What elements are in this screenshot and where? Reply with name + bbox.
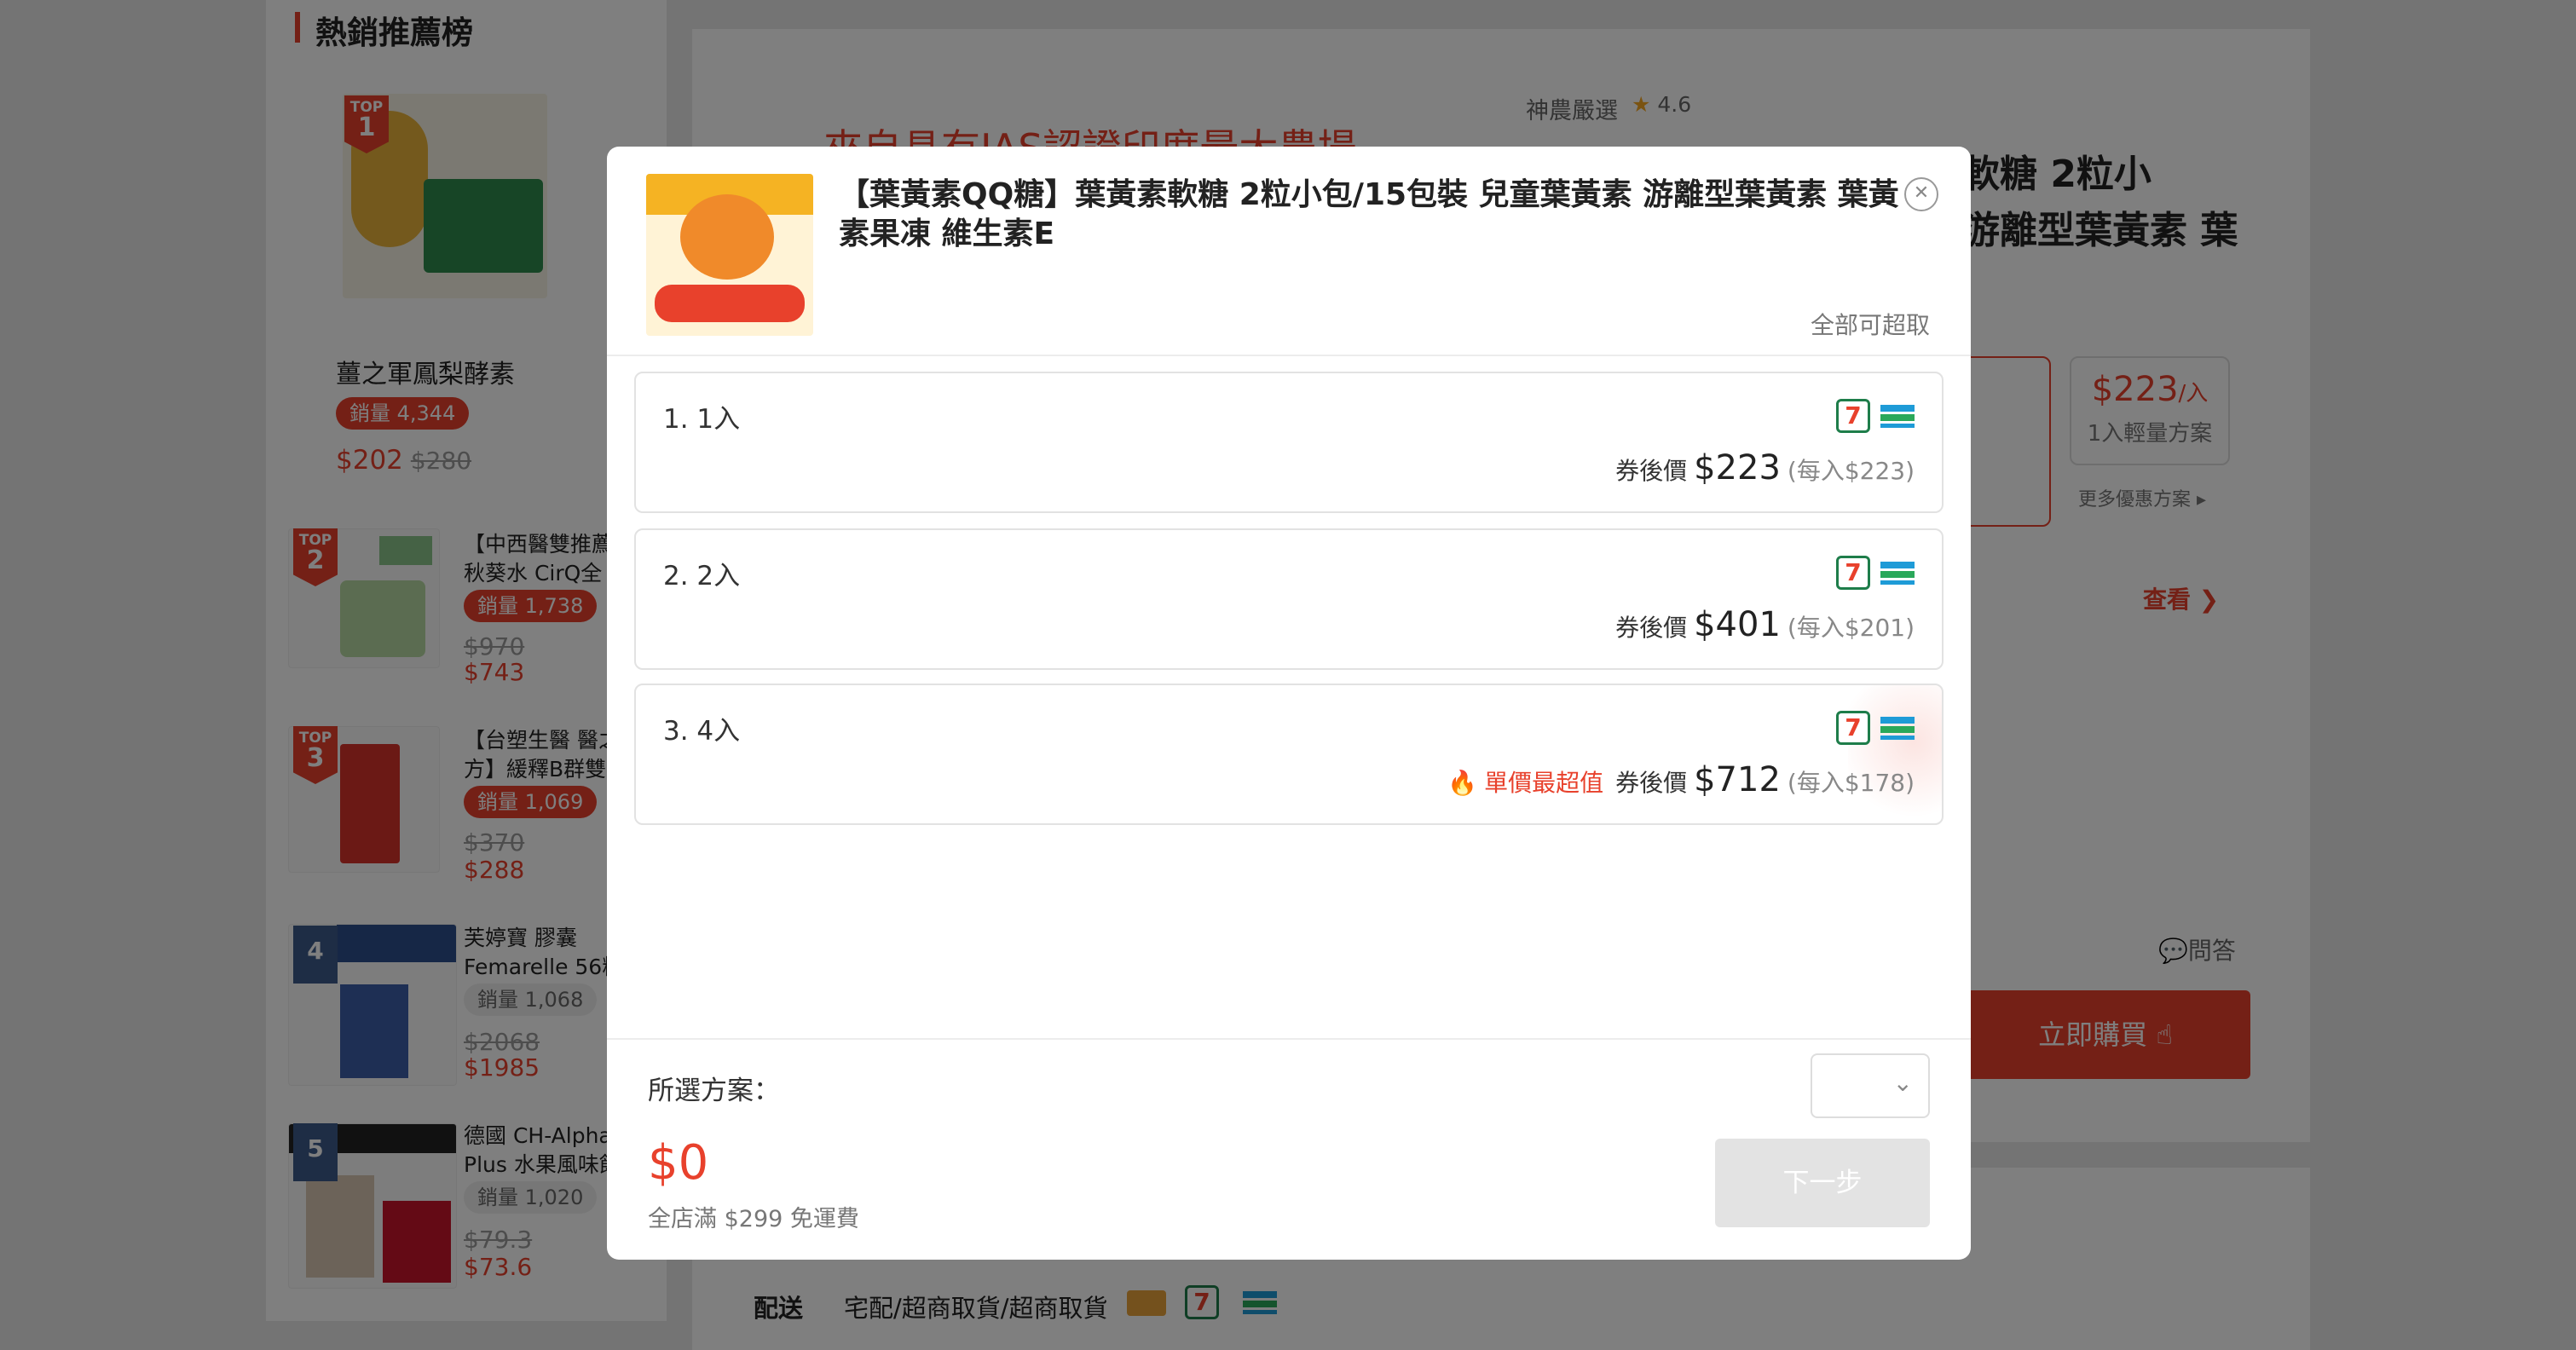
fire-icon: 🔥 bbox=[1447, 769, 1478, 797]
best-value-flame-decoration bbox=[1848, 685, 1942, 823]
plan-option-label: 2. 2入 bbox=[663, 561, 741, 591]
unit-price: (每入$201) bbox=[1787, 614, 1915, 642]
plan-select-modal: 【葉黃素QQ糖】葉黃素軟糖 2粒小包/15包裝 兒童葉黃素 游離型葉黃素 葉黃素… bbox=[607, 147, 1971, 1260]
plan-option-1[interactable]: 1. 1入 7 券後價 $223 (每入$223) bbox=[634, 372, 1944, 513]
coupon-price-label: 券後價 bbox=[1615, 614, 1688, 642]
best-value-tag: 單價最超值 bbox=[1484, 769, 1604, 797]
familymart-icon bbox=[1880, 556, 1915, 590]
unit-price: (每入$223) bbox=[1787, 457, 1915, 485]
selected-plan-label: 所選方案： bbox=[648, 1076, 780, 1106]
plan-option-label: 3. 4入 bbox=[663, 716, 741, 747]
seven-eleven-icon: 7 bbox=[1836, 556, 1870, 590]
chevron-down-icon: ⌄ bbox=[1892, 1069, 1913, 1097]
total-price: $0 bbox=[648, 1135, 709, 1191]
seven-eleven-icon: 7 bbox=[1836, 399, 1870, 433]
modal-divider bbox=[607, 355, 1971, 356]
quantity-select[interactable]: ⌄ bbox=[1811, 1053, 1930, 1118]
familymart-icon bbox=[1880, 711, 1915, 745]
coupon-price: $712 bbox=[1694, 760, 1781, 799]
pickup-note: 全部可超取 bbox=[1810, 311, 1930, 339]
coupon-price: $401 bbox=[1694, 605, 1781, 644]
coupon-price-label: 券後價 bbox=[1615, 769, 1688, 797]
coupon-price-label: 券後價 bbox=[1615, 457, 1688, 485]
plan-option-label: 1. 1入 bbox=[663, 404, 741, 435]
seven-eleven-icon: 7 bbox=[1836, 711, 1870, 745]
familymart-icon bbox=[1880, 399, 1915, 433]
modal-product-image bbox=[646, 174, 813, 336]
modal-product-title: 【葉黃素QQ糖】葉黃素軟糖 2粒小包/15包裝 兒童葉黃素 游離型葉黃素 葉黃素… bbox=[839, 177, 1899, 251]
free-shipping-note: 全店滿 $299 免運費 bbox=[648, 1206, 859, 1232]
footer-divider bbox=[607, 1038, 1971, 1040]
coupon-price: $223 bbox=[1694, 448, 1781, 488]
close-icon[interactable]: ✕ bbox=[1904, 177, 1938, 211]
unit-price: (每入$178) bbox=[1787, 769, 1915, 797]
next-step-button[interactable]: 下一步 bbox=[1715, 1139, 1930, 1227]
plan-option-3[interactable]: 3. 4入 7 🔥 單價最超值 券後價 $712 (每入$178) bbox=[634, 684, 1944, 825]
plan-option-2[interactable]: 2. 2入 7 券後價 $401 (每入$201) bbox=[634, 528, 1944, 670]
